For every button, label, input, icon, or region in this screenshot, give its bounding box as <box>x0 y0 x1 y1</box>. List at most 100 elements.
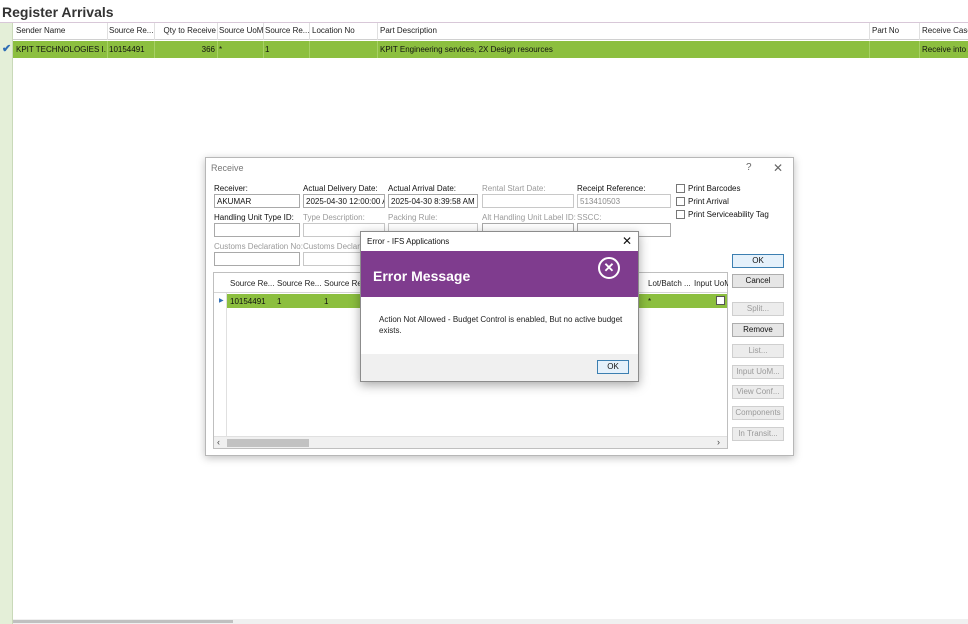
col-separator <box>263 23 264 40</box>
inner-col-source-ref3[interactable]: Source Re <box>324 279 364 288</box>
customs-declaration-label: Customs Declaration No: <box>214 242 303 251</box>
customs-declaration-field[interactable] <box>214 252 300 266</box>
cell-separator <box>919 41 920 58</box>
help-icon[interactable]: ? <box>746 162 752 173</box>
receipt-reference-label: Receipt Reference: <box>577 184 646 193</box>
inner-cell-lot-batch: * <box>648 297 652 306</box>
inner-scrollbar-thumb[interactable] <box>227 439 309 447</box>
inner-row-selector-strip[interactable] <box>214 293 227 436</box>
current-row-arrow-icon: ▶ <box>219 298 224 304</box>
components-button[interactable]: Components <box>732 406 784 420</box>
cell-separator <box>154 41 155 58</box>
close-icon[interactable]: ✕ <box>773 161 783 175</box>
cell-qty-to-receive: 366 <box>201 45 215 54</box>
col-location-no[interactable]: Location No <box>312 26 376 35</box>
error-banner: Error Message ✕ <box>361 251 638 297</box>
error-ok-button[interactable]: OK <box>597 360 629 374</box>
print-serviceability-label: Print Serviceability Tag <box>688 210 769 219</box>
register-arrivals-page: Register Arrivals Sender Name Source Re.… <box>0 0 968 624</box>
receiver-field[interactable]: AKUMAR <box>214 194 300 208</box>
view-conf-button[interactable]: View Conf... <box>732 385 784 399</box>
cell-source-ref: 10154491 <box>109 45 145 54</box>
sscc-label: SSCC: <box>577 213 602 222</box>
error-dialog-footer: OK <box>361 354 638 381</box>
col-source-ref2[interactable]: Source Re... <box>265 26 309 35</box>
horizontal-scrollbar[interactable] <box>13 619 968 624</box>
cell-part-description: KPIT Engineering services, 2X Design res… <box>380 45 553 54</box>
col-qty-to-receive[interactable]: Qty to Receive <box>156 26 216 35</box>
actual-arrival-label: Actual Arrival Date: <box>388 184 457 193</box>
actual-delivery-label: Actual Delivery Date: <box>303 184 378 193</box>
inner-cell-source-ref2: 1 <box>277 297 282 306</box>
inner-cell-source-ref3: 1 <box>324 297 329 306</box>
list-button[interactable]: List... <box>732 344 784 358</box>
remove-button[interactable]: Remove <box>732 323 784 337</box>
handling-unit-type-label: Handling Unit Type ID: <box>214 213 294 222</box>
scroll-left-icon[interactable]: ‹ <box>217 437 220 447</box>
input-uom-button[interactable]: Input UoM... <box>732 365 784 379</box>
inner-col-lot-batch[interactable]: Lot/Batch ... <box>648 279 692 288</box>
ok-button[interactable]: OK <box>732 254 784 268</box>
inner-col-source-ref2[interactable]: Source Re... <box>277 279 321 288</box>
actual-arrival-field[interactable]: 2025-04-30 8:39:58 AM <box>388 194 478 208</box>
col-source-uom[interactable]: Source UoM <box>219 26 263 35</box>
col-part-no[interactable]: Part No <box>872 26 916 35</box>
col-part-description[interactable]: Part Description <box>380 26 860 35</box>
row-selector-strip[interactable] <box>0 23 13 624</box>
grid-header: Sender Name Source Re... Qty to Receive … <box>13 23 968 40</box>
cell-sender-name: KPIT TECHNOLOGIES I... <box>16 45 106 54</box>
packing-rule-label: Packing Rule: <box>388 213 438 222</box>
actual-delivery-field[interactable]: 2025-04-30 12:00:00 AM <box>303 194 385 208</box>
inner-col-input-uom[interactable]: Input UoM <box>694 279 728 288</box>
print-serviceability-checkbox[interactable] <box>676 210 685 219</box>
col-receive-case[interactable]: Receive Case <box>922 26 968 35</box>
cancel-button[interactable]: Cancel <box>732 274 784 288</box>
scrollbar-thumb[interactable] <box>13 620 233 623</box>
print-arrival-label: Print Arrival <box>688 197 729 206</box>
alt-handling-label: Alt Handling Unit Label ID: <box>482 213 576 222</box>
customs-declaration2-label: Customs Declara <box>303 242 365 251</box>
input-uom-checkbox[interactable] <box>716 296 725 305</box>
inner-col-source-ref[interactable]: Source Re... <box>230 279 274 288</box>
col-separator <box>919 23 920 40</box>
col-separator <box>309 23 310 40</box>
print-arrival-checkbox[interactable] <box>676 197 685 206</box>
customs-declaration2-field <box>303 252 363 266</box>
in-transit-button[interactable]: In Transit... <box>732 427 784 441</box>
cell-source-ref2: 1 <box>265 45 270 54</box>
error-circle-x-icon: ✕ <box>598 257 620 279</box>
rental-start-label: Rental Start Date: <box>482 184 546 193</box>
receipt-reference-field[interactable]: 513410503 <box>577 194 671 208</box>
cell-separator <box>263 41 264 58</box>
receive-dialog-title: Receive <box>211 163 244 173</box>
handling-unit-type-field[interactable] <box>214 223 300 237</box>
split-button[interactable]: Split... <box>732 302 784 316</box>
col-separator <box>217 23 218 40</box>
cell-receive-case: Receive into A <box>922 45 968 54</box>
cell-separator <box>377 41 378 58</box>
error-dialog: Error - IFS Applications ✕ Error Message… <box>360 231 639 382</box>
col-separator <box>377 23 378 40</box>
cell-source-uom: * <box>219 45 223 54</box>
inner-horizontal-scrollbar[interactable]: ‹ › <box>214 436 727 448</box>
error-dialog-title: Error - IFS Applications <box>367 237 450 246</box>
table-row[interactable]: KPIT TECHNOLOGIES I... 10154491 366 * 1 … <box>13 41 968 58</box>
inner-cell-source-ref: 10154491 <box>230 297 266 306</box>
col-separator <box>154 23 155 40</box>
col-source-ref[interactable]: Source Re... <box>109 26 153 35</box>
col-sender-name[interactable]: Sender Name <box>16 26 106 35</box>
cell-separator <box>869 41 870 58</box>
page-title: Register Arrivals <box>2 4 114 20</box>
scroll-right-icon[interactable]: › <box>717 437 720 447</box>
col-separator <box>107 23 108 40</box>
type-description-label: Type Description: <box>303 213 365 222</box>
error-heading: Error Message <box>373 268 471 284</box>
print-barcodes-checkbox[interactable] <box>676 184 685 193</box>
cell-separator <box>217 41 218 58</box>
print-barcodes-label: Print Barcodes <box>688 184 741 193</box>
rental-start-field <box>482 194 574 208</box>
cell-separator <box>107 41 108 58</box>
receiver-label: Receiver: <box>214 184 248 193</box>
close-icon[interactable]: ✕ <box>622 234 632 248</box>
cell-separator <box>309 41 310 58</box>
